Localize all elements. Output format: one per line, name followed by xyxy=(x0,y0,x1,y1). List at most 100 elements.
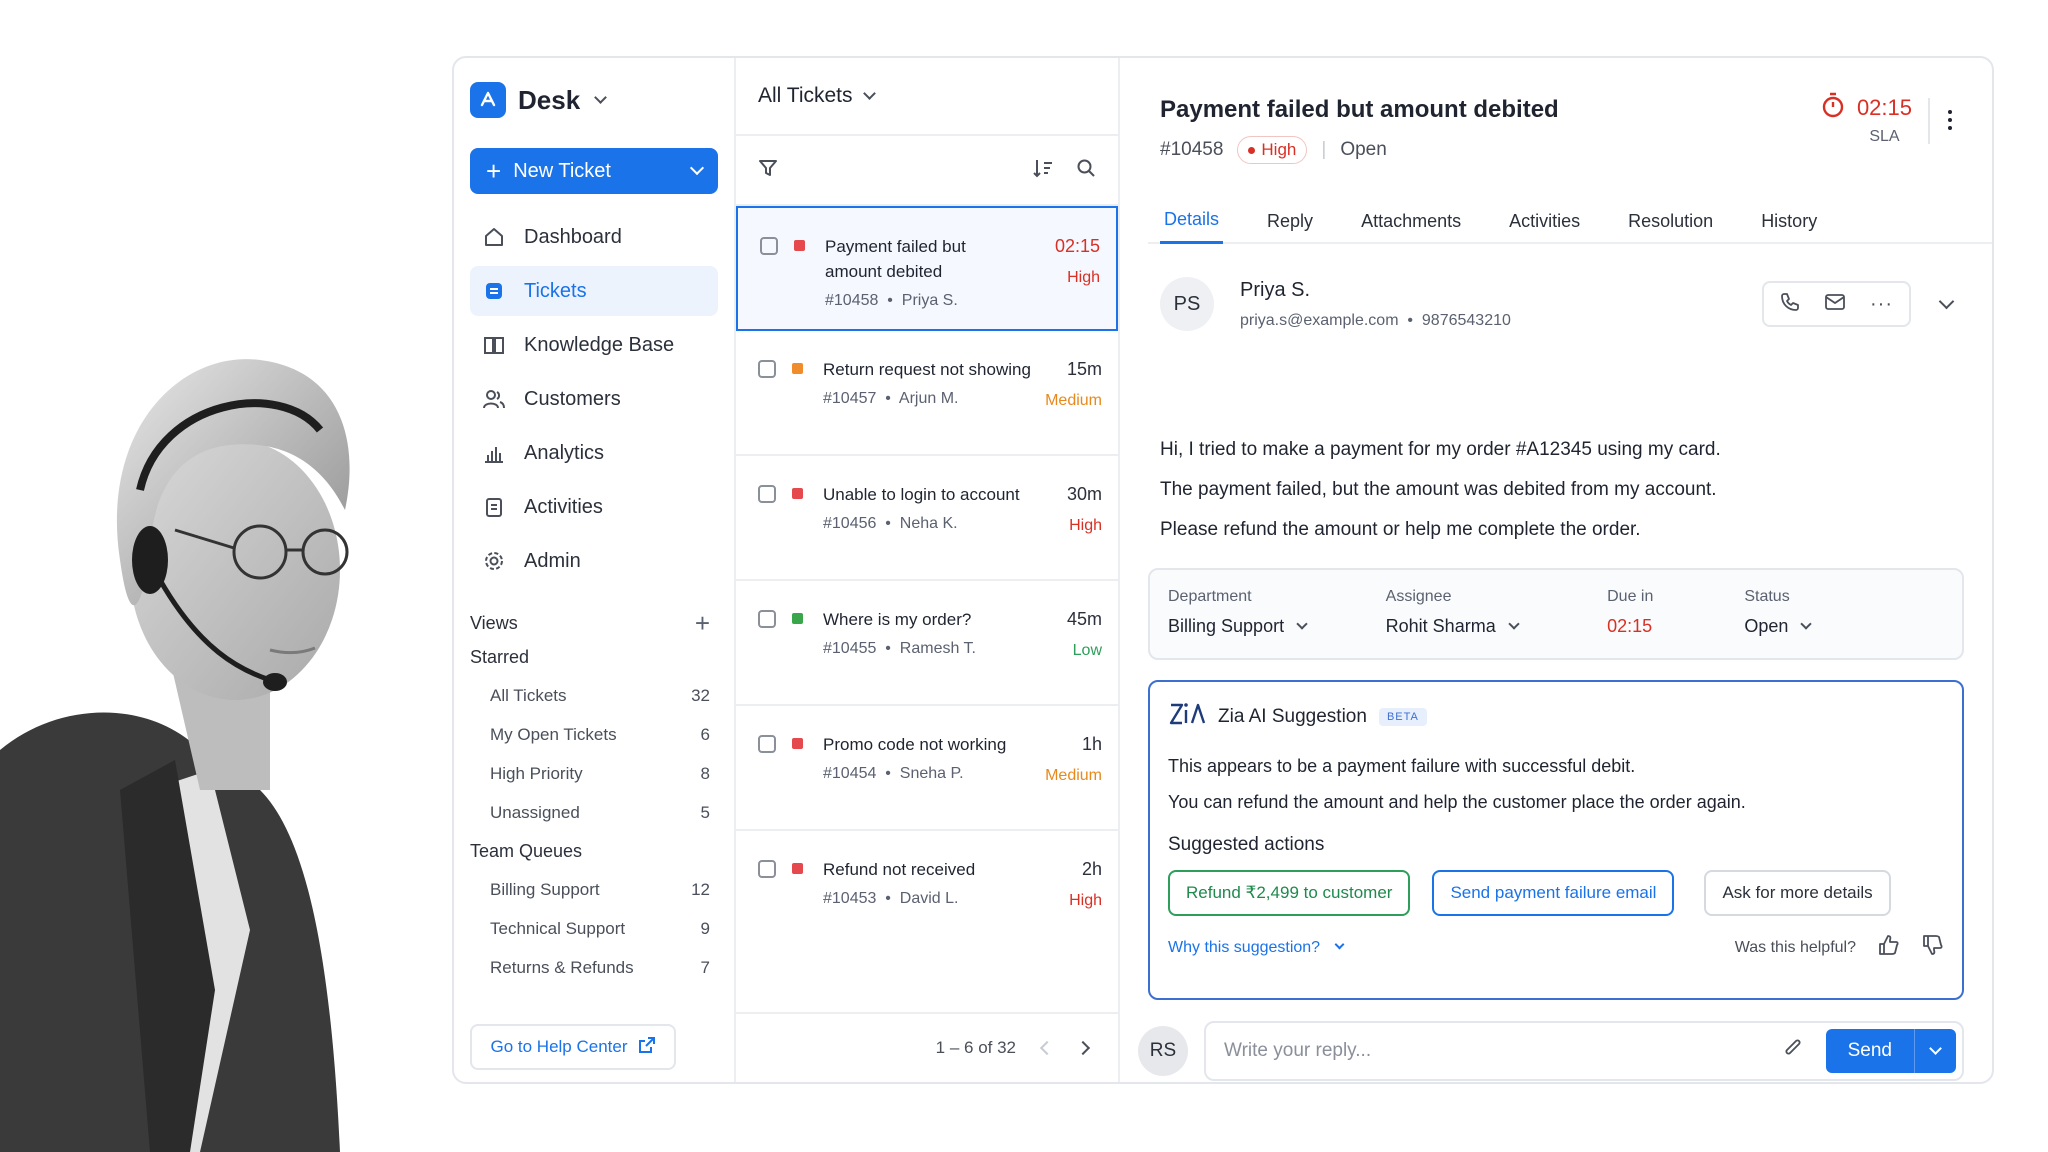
tab-activities[interactable]: Activities xyxy=(1505,198,1584,244)
more-options-icon[interactable] xyxy=(1948,110,1952,130)
ticket-row[interactable]: Unable to login to account #10456 • Neha… xyxy=(736,456,1118,581)
due-label: Due in xyxy=(1607,588,1654,605)
ticket-row[interactable]: Promo code not working #10454 • Sneha P.… xyxy=(736,706,1118,831)
desk-logo-icon xyxy=(470,82,506,118)
ticket-checkbox[interactable] xyxy=(760,237,778,255)
ticket-title: Refund not received xyxy=(823,860,976,879)
view-label: All Tickets xyxy=(490,685,567,705)
thumbs-down-icon[interactable] xyxy=(1922,934,1944,961)
view-count: 5 xyxy=(700,802,710,822)
tab-resolution[interactable]: Resolution xyxy=(1624,198,1717,244)
ticket-customer: Priya S. xyxy=(901,292,958,309)
ticket-checkbox[interactable] xyxy=(758,485,776,503)
ticket-detail: Payment failed but amount debited #10458… xyxy=(1120,58,1992,1082)
beta-badge: BETA xyxy=(1378,708,1427,726)
paperclip-icon[interactable] xyxy=(1782,1037,1804,1066)
ticket-checkbox[interactable] xyxy=(758,360,776,378)
avatar: PS xyxy=(1160,277,1214,331)
queue-label: Billing Support xyxy=(490,879,600,899)
ticket-row[interactable]: Refund not received #10453 • David L. 2h… xyxy=(736,831,1118,956)
tab-attachments[interactable]: Attachments xyxy=(1357,198,1465,244)
tab-reply[interactable]: Reply xyxy=(1263,198,1317,244)
brand-switcher[interactable]: Desk xyxy=(470,78,718,122)
helpful-label: Was this helpful? xyxy=(1734,938,1856,956)
ticket-meta: #10458 • Priya S. xyxy=(825,292,958,309)
nav-activities[interactable]: Activities xyxy=(470,482,718,532)
queue-returns-refunds[interactable]: Returns & Refunds 7 xyxy=(470,948,718,987)
department-select[interactable]: Billing Support xyxy=(1168,616,1386,637)
contact-phone: 9876543210 xyxy=(1421,311,1511,329)
ticket-meta: #10454 • Sneha P. xyxy=(823,765,964,782)
ticket-row[interactable]: Where is my order? #10455 • Ramesh T. 45… xyxy=(736,581,1118,706)
ticket-time: 02:15 xyxy=(1054,236,1100,256)
chevron-down-icon[interactable] xyxy=(689,160,705,176)
why-suggestion-toggle[interactable]: Why this suggestion? xyxy=(1168,939,1345,957)
ticket-view-title: All Tickets xyxy=(758,84,853,107)
thumbs-up-icon[interactable] xyxy=(1878,934,1900,961)
send-failure-email-button[interactable]: Send payment failure email xyxy=(1432,870,1675,916)
queue-count: 7 xyxy=(700,957,710,977)
ticket-view-selector[interactable]: All Tickets xyxy=(736,58,1118,136)
assignee-select[interactable]: Rohit Sharma xyxy=(1386,616,1607,637)
zia-explanation: This appears to be a payment failure wit… xyxy=(1168,748,1944,820)
nav-knowledge-base[interactable]: Knowledge Base xyxy=(470,320,718,370)
status-select[interactable]: Open xyxy=(1744,616,1962,637)
sla-label: SLA xyxy=(1869,128,1900,145)
filter-icon[interactable] xyxy=(758,158,778,183)
phone-icon[interactable] xyxy=(1780,292,1800,317)
chevron-down-icon[interactable] xyxy=(1938,293,1955,309)
view-count: 6 xyxy=(700,724,710,744)
pagination-label: 1 – 6 of 32 xyxy=(935,1038,1016,1057)
zia-logo-icon xyxy=(1168,700,1206,734)
sla-time: 02:15 xyxy=(1856,95,1912,120)
ask-more-details-button[interactable]: Ask for more details xyxy=(1704,870,1891,916)
gear-icon xyxy=(482,549,506,573)
nav-customers[interactable]: Customers xyxy=(470,374,718,424)
ticket-checkbox[interactable] xyxy=(758,735,776,753)
view-my-open-tickets[interactable]: My Open Tickets 6 xyxy=(470,715,718,754)
more-horizontal-icon[interactable]: ··· xyxy=(1870,293,1893,316)
send-options-button[interactable] xyxy=(1914,1029,1956,1073)
chevron-left-icon[interactable] xyxy=(1039,1040,1055,1056)
view-all-tickets[interactable]: All Tickets 32 xyxy=(470,676,718,715)
tab-details[interactable]: Details xyxy=(1160,198,1224,244)
contact-card: PS Priya S. priya.s@example.com • 987654… xyxy=(1160,264,1955,344)
external-link-icon xyxy=(638,1036,656,1059)
refund-button[interactable]: Refund ₹2,499 to customer xyxy=(1168,870,1411,916)
search-icon[interactable] xyxy=(1076,158,1096,183)
add-view-icon[interactable]: + xyxy=(695,608,710,639)
ticket-properties: Department Billing Support Assignee Rohi… xyxy=(1148,568,1964,660)
view-label: High Priority xyxy=(490,763,583,783)
view-high-priority[interactable]: High Priority 8 xyxy=(470,754,718,793)
send-button[interactable]: Send xyxy=(1825,1029,1914,1073)
chevron-right-icon[interactable] xyxy=(1075,1040,1091,1056)
sort-icon[interactable] xyxy=(1032,158,1054,183)
nav-dashboard[interactable]: Dashboard xyxy=(470,212,718,262)
queue-technical-support[interactable]: Technical Support 9 xyxy=(470,909,718,948)
team-queues-title: Team Queues xyxy=(470,840,583,861)
nav-analytics[interactable]: Analytics xyxy=(470,428,718,478)
ticket-checkbox[interactable] xyxy=(758,610,776,628)
ticket-checkbox[interactable] xyxy=(758,860,776,878)
priority-indicator xyxy=(792,488,803,499)
nav-admin[interactable]: Admin xyxy=(470,536,718,586)
mail-icon[interactable] xyxy=(1824,293,1846,316)
app-name: Desk xyxy=(518,84,581,115)
tab-history[interactable]: History xyxy=(1757,198,1821,244)
help-center-link[interactable]: Go to Help Center xyxy=(470,1024,676,1070)
ticket-row[interactable]: Return request not showing #10457 • Arju… xyxy=(736,331,1118,456)
nav-tickets[interactable]: Tickets xyxy=(470,266,718,316)
ticket-row[interactable]: Payment failed but amount debited #10458… xyxy=(736,206,1118,331)
ticket-time: 1h xyxy=(1081,734,1102,754)
view-unassigned[interactable]: Unassigned 5 xyxy=(470,793,718,832)
suggested-actions: Refund ₹2,499 to customer Send payment f… xyxy=(1168,870,1944,916)
contact-actions: ··· xyxy=(1762,281,1911,327)
queue-billing-support[interactable]: Billing Support 12 xyxy=(470,870,718,909)
feedback: Was this helpful? xyxy=(1735,934,1944,961)
bar-chart-icon xyxy=(482,441,506,465)
ticket-id: #10453 xyxy=(823,890,877,907)
new-ticket-button[interactable]: + New Ticket xyxy=(470,148,718,194)
reply-input[interactable] xyxy=(1224,1040,1782,1062)
ticket-priority: High xyxy=(1067,269,1100,286)
chevron-down-icon xyxy=(862,86,876,100)
